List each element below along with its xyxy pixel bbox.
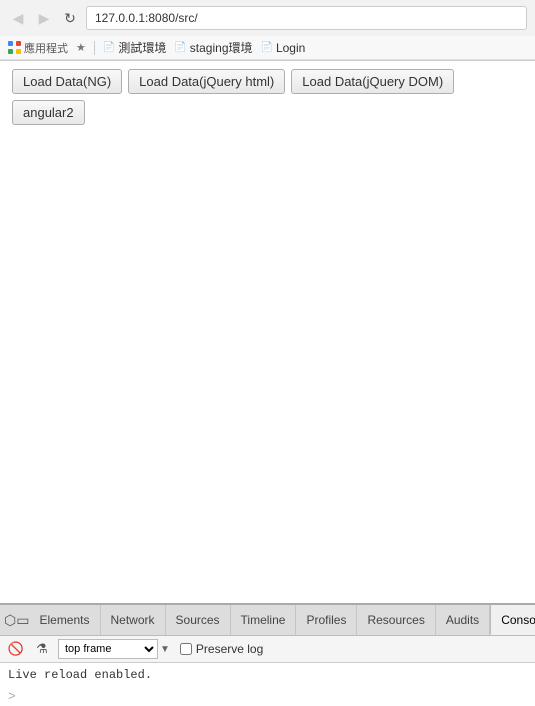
- load-data-ng-button[interactable]: Load Data(NG): [12, 69, 122, 94]
- tab-resources[interactable]: Resources: [357, 605, 435, 635]
- tab-elements[interactable]: Elements: [29, 605, 100, 635]
- bookmark-staging-label: staging環境: [190, 39, 253, 56]
- browser-chrome: ◀ ▶ ↻ 應用程式 ★ 📄 測試環境 📄 staging環境 📄 Login: [0, 0, 535, 61]
- tab-sources[interactable]: Sources: [166, 605, 231, 635]
- devtools-console: Live reload enabled.: [0, 663, 535, 687]
- devtools-console-input-row: >: [0, 687, 535, 706]
- bookmark-login[interactable]: 📄 Login: [261, 41, 306, 55]
- apps-grid-icon: [8, 41, 22, 55]
- preserve-log-container: Preserve log: [180, 642, 263, 656]
- star-icon: ★: [76, 41, 86, 54]
- devtools-toolbar: 🚫 ⚗ top frame ▼ Preserve log: [0, 636, 535, 663]
- devtools-pointer-icon[interactable]: ⬡: [4, 605, 16, 635]
- frame-select[interactable]: top frame: [58, 639, 158, 659]
- apps-label: 應用程式: [24, 40, 68, 56]
- address-bar[interactable]: [86, 6, 527, 30]
- bookmark-staging[interactable]: 📄 staging環境: [174, 39, 252, 56]
- tab-audits[interactable]: Audits: [436, 605, 490, 635]
- frame-select-container: top frame ▼: [58, 639, 170, 659]
- console-prompt-symbol: >: [8, 689, 16, 704]
- filter-button[interactable]: ⚗: [32, 639, 52, 659]
- page-icon-2: 📄: [174, 42, 186, 53]
- forward-button[interactable]: ▶: [34, 8, 54, 28]
- page-content: Load Data(NG) Load Data(jQuery html) Loa…: [0, 61, 535, 603]
- clear-console-button[interactable]: 🚫: [6, 639, 26, 659]
- page-icon-3: 📄: [261, 42, 273, 53]
- tab-profiles[interactable]: Profiles: [296, 605, 357, 635]
- page-icon: 📄: [103, 42, 115, 53]
- button-row-2: angular2: [12, 100, 523, 125]
- tab-timeline[interactable]: Timeline: [231, 605, 297, 635]
- frame-dropdown-arrow: ▼: [160, 644, 170, 655]
- load-data-jquery-dom-button[interactable]: Load Data(jQuery DOM): [291, 69, 454, 94]
- preserve-log-label: Preserve log: [196, 642, 263, 656]
- devtools-mobile-icon[interactable]: ▭: [16, 605, 29, 635]
- reload-button[interactable]: ↻: [60, 8, 80, 28]
- back-button[interactable]: ◀: [8, 8, 28, 28]
- apps-button[interactable]: 應用程式: [8, 40, 68, 56]
- bookmark-ceshi[interactable]: 📄 測試環境: [103, 39, 166, 56]
- devtools-panel: ⬡ ▭ Elements Network Sources Timeline Pr…: [0, 603, 535, 706]
- tab-network[interactable]: Network: [101, 605, 166, 635]
- load-data-jquery-html-button[interactable]: Load Data(jQuery html): [128, 69, 285, 94]
- bookmark-login-label: Login: [276, 41, 305, 55]
- bookmarks-divider: [94, 41, 95, 55]
- angular2-button[interactable]: angular2: [12, 100, 85, 125]
- devtools-tabs-bar: ⬡ ▭ Elements Network Sources Timeline Pr…: [0, 605, 535, 636]
- nav-bar: ◀ ▶ ↻: [0, 0, 535, 36]
- bookmark-ceshi-label: 測試環境: [118, 39, 166, 56]
- console-line-1: Live reload enabled.: [8, 667, 527, 683]
- tab-console[interactable]: Conso...: [490, 605, 535, 635]
- bookmarks-bar: 應用程式 ★ 📄 測試環境 📄 staging環境 📄 Login: [0, 36, 535, 60]
- button-row-1: Load Data(NG) Load Data(jQuery html) Loa…: [12, 69, 523, 94]
- preserve-log-checkbox[interactable]: [180, 643, 192, 655]
